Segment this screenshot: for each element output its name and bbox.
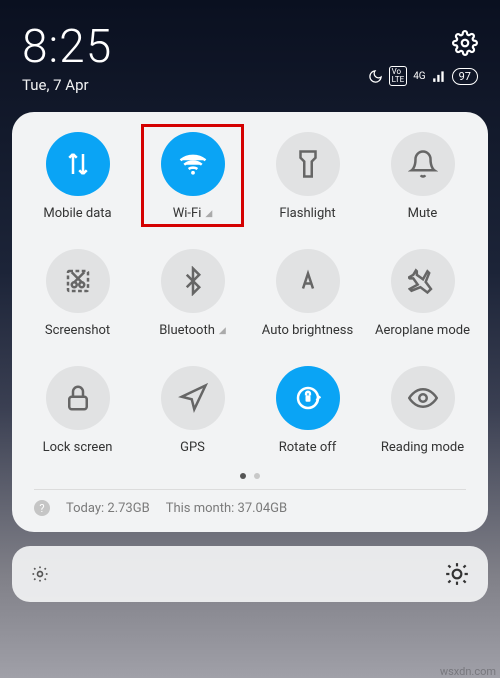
page-indicator bbox=[20, 473, 480, 479]
tile-mobile-data[interactable]: Mobile data bbox=[20, 132, 135, 221]
dot bbox=[254, 473, 260, 479]
tile-auto-brightness[interactable]: Auto brightness bbox=[250, 249, 365, 338]
reading-mode-toggle[interactable] bbox=[391, 366, 455, 430]
date: Tue, 7 Apr bbox=[22, 76, 112, 94]
tile-lock-screen[interactable]: Lock screen bbox=[20, 366, 135, 455]
tile-aeroplane-mode[interactable]: Aeroplane mode bbox=[365, 249, 480, 338]
usage-today: Today: 2.73GB bbox=[66, 501, 150, 516]
flashlight-toggle[interactable] bbox=[276, 132, 340, 196]
tile-label: Flashlight bbox=[279, 206, 335, 221]
bell-icon bbox=[408, 149, 438, 179]
status-icons: VoLTE 4G 97 bbox=[368, 66, 478, 86]
aeroplane-toggle[interactable] bbox=[391, 249, 455, 313]
volte-icon: VoLTE bbox=[389, 66, 408, 86]
bluetooth-toggle[interactable] bbox=[161, 249, 225, 313]
location-icon bbox=[178, 383, 208, 413]
tile-label: Aeroplane mode bbox=[375, 323, 470, 338]
scissors-icon bbox=[63, 266, 93, 296]
mobile-data-icon bbox=[63, 149, 93, 179]
network-label: 4G bbox=[413, 71, 425, 82]
lock-screen-toggle[interactable] bbox=[46, 366, 110, 430]
eye-icon bbox=[408, 383, 438, 413]
rotate-toggle[interactable] bbox=[276, 366, 340, 430]
brightness-high-icon bbox=[444, 561, 470, 587]
watermark: wsxdn.com bbox=[440, 665, 496, 678]
airplane-icon bbox=[408, 266, 438, 296]
tile-reading-mode[interactable]: Reading mode bbox=[365, 366, 480, 455]
rotate-lock-icon bbox=[293, 383, 323, 413]
status-right: VoLTE 4G 97 bbox=[368, 20, 478, 86]
lock-icon bbox=[63, 383, 93, 413]
settings-icon[interactable] bbox=[452, 30, 478, 56]
tile-gps[interactable]: GPS bbox=[135, 366, 250, 455]
gps-toggle[interactable] bbox=[161, 366, 225, 430]
tile-mute[interactable]: Mute bbox=[365, 132, 480, 221]
tile-label: Auto brightness bbox=[262, 323, 353, 338]
brightness-low-icon bbox=[30, 564, 50, 584]
tile-label: Reading mode bbox=[381, 440, 464, 455]
bluetooth-icon bbox=[178, 266, 208, 296]
tile-label: Bluetooth bbox=[159, 323, 215, 338]
tile-wifi[interactable]: Wi-Fi◢ bbox=[135, 132, 250, 221]
auto-brightness-toggle[interactable] bbox=[276, 249, 340, 313]
quick-settings-panel: Mobile data Wi-Fi◢ Flashlight Mute bbox=[12, 112, 488, 532]
mobile-data-toggle[interactable] bbox=[46, 132, 110, 196]
signal-icon bbox=[432, 69, 446, 83]
tile-label: Mobile data bbox=[43, 206, 111, 221]
tile-label: Mute bbox=[408, 206, 438, 221]
tile-bluetooth[interactable]: Bluetooth ◢ bbox=[135, 249, 250, 338]
time: 8:25 bbox=[22, 20, 112, 74]
battery-indicator: 97 bbox=[452, 68, 478, 85]
auto-brightness-icon bbox=[293, 266, 323, 296]
brightness-slider[interactable] bbox=[12, 546, 488, 602]
tile-label: Screenshot bbox=[45, 323, 110, 338]
tile-screenshot[interactable]: Screenshot bbox=[20, 249, 135, 338]
tile-label: Rotate off bbox=[279, 440, 337, 455]
dot-active bbox=[240, 473, 246, 479]
mute-toggle[interactable] bbox=[391, 132, 455, 196]
info-icon: ? bbox=[34, 500, 50, 516]
tile-rotate[interactable]: Rotate off bbox=[250, 366, 365, 455]
chevron-icon: ◢ bbox=[219, 326, 226, 336]
screenshot-toggle[interactable] bbox=[46, 249, 110, 313]
tile-label: Lock screen bbox=[43, 440, 113, 455]
highlight-box bbox=[141, 124, 244, 227]
flashlight-icon bbox=[293, 149, 323, 179]
moon-icon bbox=[368, 69, 383, 84]
data-usage-row[interactable]: ? Today: 2.73GB This month: 37.04GB bbox=[20, 490, 480, 520]
tile-label: GPS bbox=[180, 440, 205, 455]
tile-flashlight[interactable]: Flashlight bbox=[250, 132, 365, 221]
clock-block: 8:25 Tue, 7 Apr bbox=[22, 20, 112, 94]
status-bar: 8:25 Tue, 7 Apr VoLTE 4G 97 bbox=[0, 0, 500, 102]
toggle-grid: Mobile data Wi-Fi◢ Flashlight Mute bbox=[20, 132, 480, 455]
usage-month: This month: 37.04GB bbox=[166, 501, 287, 516]
